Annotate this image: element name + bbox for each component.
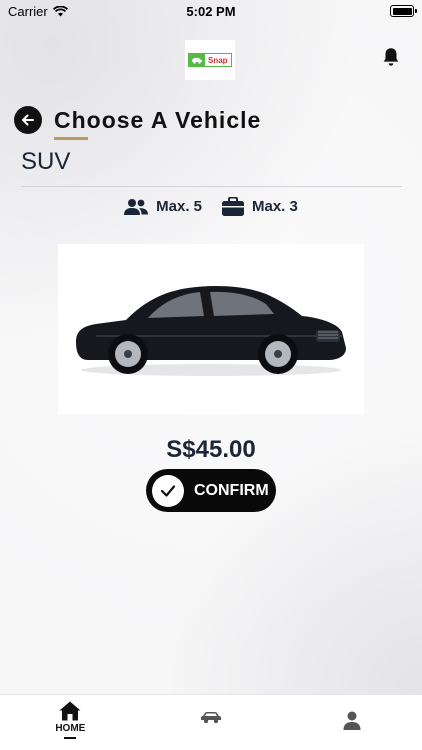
title-row: Choose A Vehicle	[14, 106, 261, 134]
person-icon	[343, 711, 361, 730]
checkmark-icon	[152, 474, 184, 507]
logo-text: Snap	[208, 55, 228, 65]
tab-bar: HOME	[0, 694, 422, 750]
back-button[interactable]	[14, 106, 42, 134]
title-underline	[54, 137, 88, 140]
confirm-label: CONFIRM	[194, 481, 269, 499]
status-time: 5:02 PM	[186, 3, 236, 19]
passengers-icon	[124, 198, 149, 215]
tab-home-label: HOME	[55, 723, 86, 734]
tab-bookings[interactable]	[141, 695, 282, 750]
home-icon	[59, 701, 81, 721]
tab-home[interactable]: HOME	[0, 695, 141, 750]
confirm-button[interactable]: CONFIRM	[146, 469, 276, 512]
page-title: Choose A Vehicle	[54, 106, 262, 133]
divider	[21, 186, 402, 187]
wifi-icon	[52, 5, 68, 16]
tab-active-indicator	[64, 737, 77, 739]
passengers-capacity: Max. 5	[124, 197, 202, 216]
car-image	[76, 286, 346, 376]
app-logo: Snap	[185, 40, 235, 80]
arrow-left-icon	[22, 114, 34, 126]
status-bar: Carrier 5:02 PM	[0, 0, 422, 22]
car-logo-icon	[189, 54, 205, 66]
bell-icon[interactable]	[380, 46, 402, 68]
carrier-label: Carrier	[8, 3, 48, 19]
vehicle-type: SUV	[21, 148, 71, 175]
tab-profile[interactable]	[281, 695, 422, 750]
briefcase-icon	[222, 197, 244, 216]
capacity-row: Max. 5 Max. 3	[0, 197, 422, 216]
luggage-capacity: Max. 3	[222, 197, 298, 216]
price: S$45.00	[166, 436, 256, 463]
status-left: Carrier	[8, 4, 68, 19]
car-icon	[201, 712, 221, 724]
passengers-label: Max. 5	[156, 198, 202, 215]
vehicle-image-card	[58, 244, 364, 414]
battery-icon	[390, 5, 417, 17]
luggage-label: Max. 3	[252, 198, 298, 215]
